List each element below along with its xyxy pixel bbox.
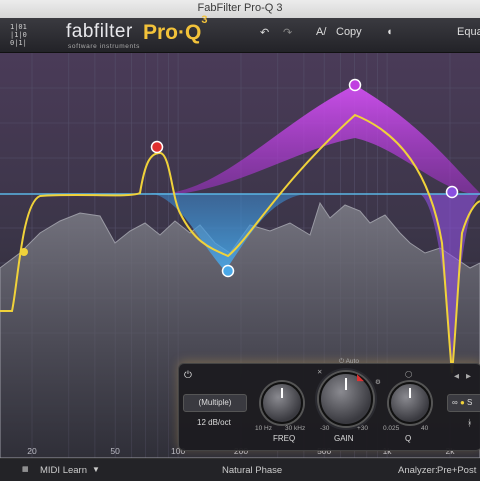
next-band-icon[interactable]: ▶ xyxy=(466,372,471,380)
stereo-placement-button[interactable]: ∞ ● S xyxy=(447,394,480,412)
equalizer-menu[interactable]: Equali xyxy=(457,26,480,38)
title-bar: FabFilter Pro-Q 3 xyxy=(0,0,480,19)
band-node-2[interactable] xyxy=(150,140,164,154)
gain-min-label: -30 xyxy=(320,425,330,432)
power-icon[interactable]: ⏻ xyxy=(184,370,196,382)
q-min-label: 0.025 xyxy=(383,425,400,432)
toolbar: 1|01 |1|0 0|1| fabfilter software instrume… xyxy=(0,14,480,53)
freq-knob-marker xyxy=(281,388,283,398)
brand-name: fabfilter xyxy=(66,21,133,42)
freq-max-label: 30 kHz xyxy=(285,425,306,432)
gain-range-indicator-icon: ◣ xyxy=(357,372,364,382)
gain-knob[interactable] xyxy=(319,372,373,426)
resize-handle-icon[interactable]: ᚼ xyxy=(467,418,472,428)
freq-label: FREQ xyxy=(273,434,296,443)
gain-max-label: +30 xyxy=(357,425,369,432)
analyzer-mode-selector[interactable]: Pre+Post xyxy=(437,465,476,476)
undo-icon[interactable]: ↶ xyxy=(260,26,269,39)
slope-selector[interactable]: 12 dB/oct xyxy=(197,418,231,427)
window-title: FabFilter Pro-Q 3 xyxy=(197,2,283,14)
midi-learn-button[interactable]: MIDI Learn xyxy=(40,465,87,476)
band-node-1[interactable] xyxy=(20,248,28,256)
band-control-panel: ⏻ (Multiple) 12 dB/oct ✕ ⏻ Auto 10 Hz 30… xyxy=(178,358,480,451)
midi-icon: ▦ xyxy=(22,466,29,473)
product-label: Pro·Q xyxy=(143,21,202,44)
redo-icon[interactable]: ↷ xyxy=(283,26,292,39)
analyzer-label: Analyzer: xyxy=(398,465,438,476)
band-node-5[interactable] xyxy=(445,185,459,199)
q-knob[interactable] xyxy=(389,382,431,424)
gain-scale-icon[interactable]: ⚙ xyxy=(375,378,381,386)
product-name: Pro·Q3 xyxy=(143,14,207,45)
auto-gain-toggle[interactable]: ⏻ Auto xyxy=(339,358,359,366)
bottom-bar: ▦ MIDI Learn ▼ Natural Phase Analyzer: P… xyxy=(0,458,480,481)
q-label: Q xyxy=(405,434,412,443)
product-version: 3 xyxy=(201,14,208,26)
band-node-3[interactable] xyxy=(221,264,235,278)
active-dot-icon: ● xyxy=(459,398,465,407)
freq-min-label: 10 Hz xyxy=(255,425,272,432)
gain-knob-marker xyxy=(345,378,347,390)
freq-knob[interactable] xyxy=(261,382,303,424)
q-knob-marker xyxy=(409,388,411,398)
speaker-icon[interactable]: ◖ xyxy=(386,26,393,38)
midi-dropdown-icon[interactable]: ▼ xyxy=(92,465,100,474)
fabfilter-logo-icon: 1|01 |1|0 0|1| xyxy=(10,23,27,47)
band-node-4[interactable] xyxy=(348,78,362,92)
prev-band-icon[interactable]: ◀ xyxy=(454,372,459,380)
side-button-label: S xyxy=(467,398,473,407)
q-link-icon[interactable]: ◯ xyxy=(405,370,412,378)
link-icon: ∞ xyxy=(452,398,458,407)
q-max-label: 40 xyxy=(421,425,429,432)
copy-button[interactable]: Copy xyxy=(336,26,362,38)
auto-label: Auto xyxy=(345,358,359,365)
brand-subtitle: software instruments xyxy=(68,43,140,50)
band-selection-button[interactable]: (Multiple) xyxy=(183,394,247,412)
gain-label: GAIN xyxy=(334,434,354,443)
ab-button[interactable]: A/ xyxy=(316,26,326,38)
close-icon[interactable]: ✕ xyxy=(317,368,322,376)
freq-label-20: 20 xyxy=(27,446,37,456)
freq-label-50: 50 xyxy=(110,446,120,456)
phase-mode-selector[interactable]: Natural Phase xyxy=(222,465,282,476)
